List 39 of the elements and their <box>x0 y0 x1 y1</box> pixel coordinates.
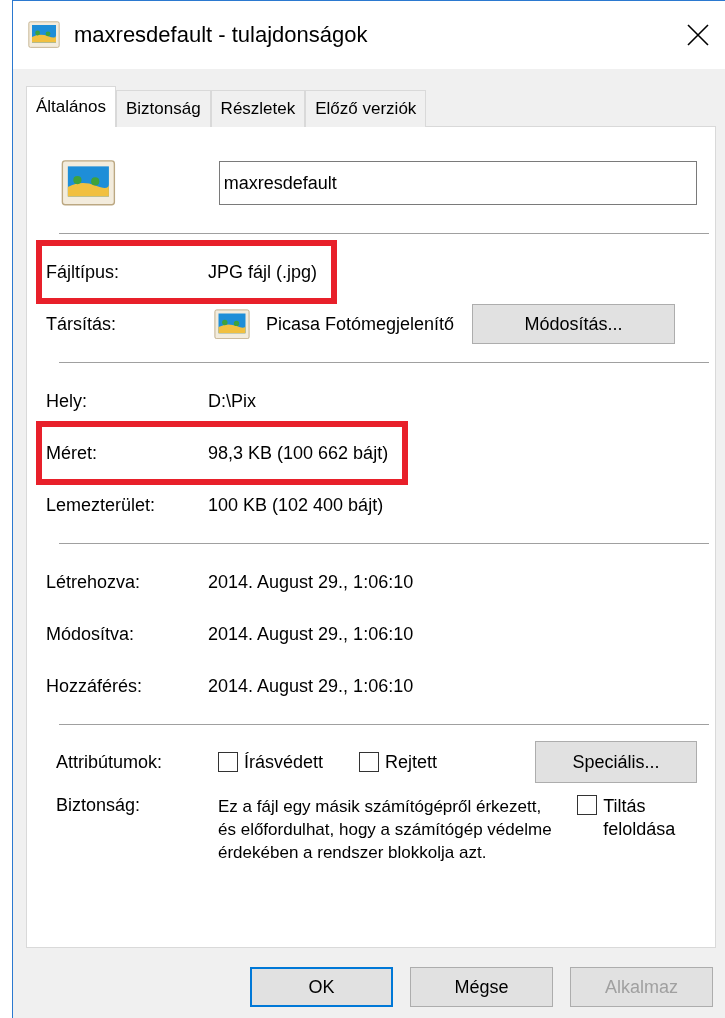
field-label: Biztonság: <box>55 795 142 816</box>
checkbox-label: Írásvédett <box>244 751 324 773</box>
field-label: Fájltípus: <box>45 261 121 283</box>
field-value: Picasa Fotómegjelenítő <box>266 313 455 335</box>
picture-file-icon <box>61 159 116 207</box>
checkbox[interactable] <box>218 751 238 772</box>
field-label: Hely: <box>45 390 88 412</box>
checkbox[interactable] <box>577 795 598 815</box>
picture-file-icon <box>214 308 250 340</box>
change-button[interactable]: Módosítás... <box>472 304 676 344</box>
tab[interactable]: Általános <box>26 86 116 127</box>
window-title: maxresdefault - tulajdonságok <box>74 22 369 48</box>
dialog-button[interactable]: OK <box>250 967 393 1007</box>
checkbox[interactable] <box>359 751 380 772</box>
field-value: 2014. August 29., 1:06:10 <box>208 571 414 593</box>
tab[interactable]: Részletek <box>210 90 306 127</box>
field-label: Attribútumok: <box>55 751 164 773</box>
field-value: JPG fájl (.jpg) <box>208 261 318 283</box>
field-value: 98,3 KB (100 662 bájt) <box>208 442 389 464</box>
field-label: Módosítva: <box>45 623 136 645</box>
picture-file-icon <box>28 21 60 49</box>
field-value: 2014. August 29., 1:06:10 <box>208 675 414 697</box>
checkbox-label: Tiltás feloldása <box>603 795 677 841</box>
close-icon[interactable] <box>687 24 709 46</box>
checkbox-label: Rejtett <box>385 751 438 773</box>
advanced-button[interactable]: Speciális... <box>535 741 697 783</box>
field-value: D:\Pix <box>208 390 256 412</box>
field-label: Létrehozva: <box>45 571 142 593</box>
dialog-button[interactable]: Mégse <box>410 967 553 1007</box>
field-value: 100 KB (102 400 bájt) <box>208 494 384 516</box>
field-label: Hozzáférés: <box>45 675 144 697</box>
field-label: Méret: <box>45 442 98 464</box>
tab[interactable]: Biztonság <box>115 90 211 127</box>
field-label: Társítás: <box>45 313 117 335</box>
field-label: Lemezterület: <box>45 494 157 516</box>
security-warning-text: Ez a fájl egy másik számítógépről érkezett, és előfordulhat, hogy a számítógép védelme érdekében a rendszer blokkolja azt. <box>218 796 553 864</box>
tab[interactable]: Előző verziók <box>305 90 427 127</box>
field-value: 2014. August 29., 1:06:10 <box>208 623 414 645</box>
file-name-field[interactable]: maxresdefault <box>218 161 697 205</box>
